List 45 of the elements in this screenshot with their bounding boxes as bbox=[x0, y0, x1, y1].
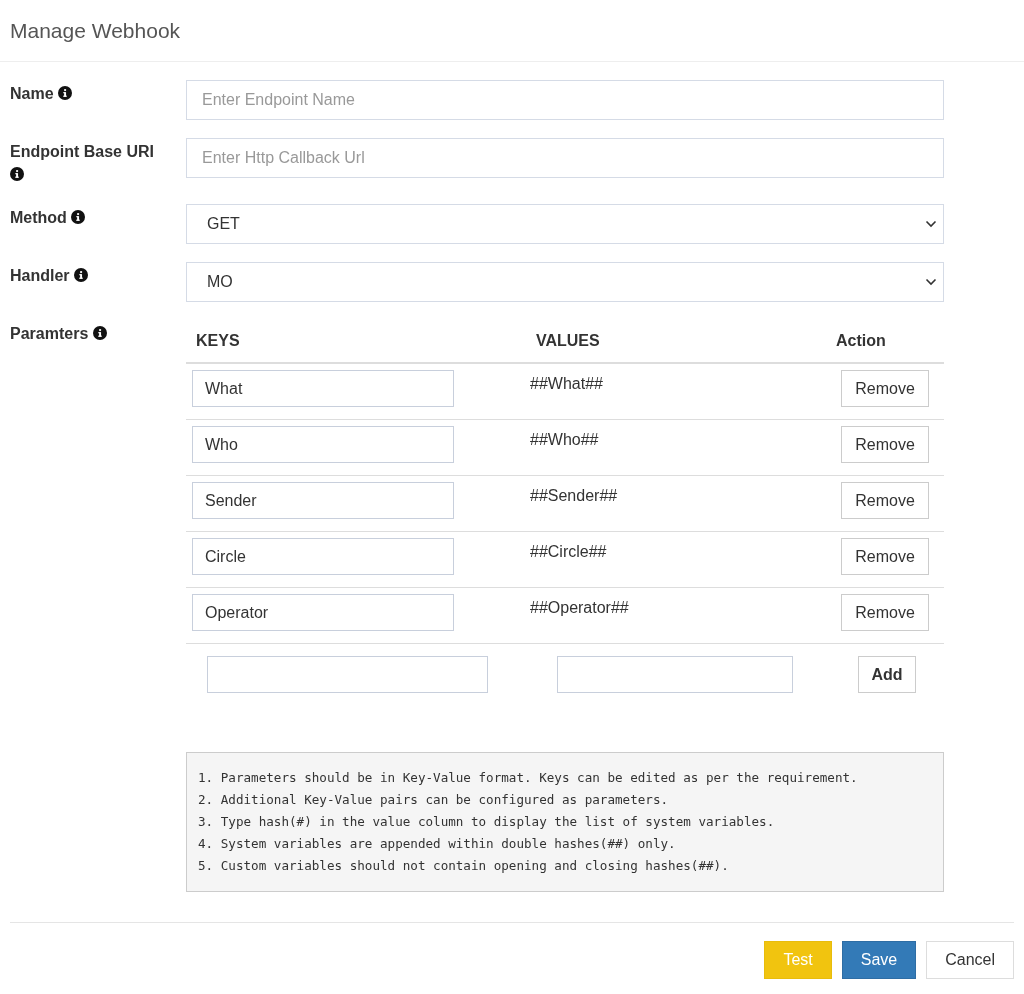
key-field[interactable]: Operator bbox=[192, 594, 454, 631]
remove-button[interactable]: Remove bbox=[841, 426, 929, 463]
column-header: KEYS bbox=[196, 331, 241, 351]
field-label: Method bbox=[10, 206, 160, 229]
note-text: 1. Parameters should be in Key-Value format. Keys can be edited as per the requirement. bbox=[198, 769, 859, 787]
value-text: ##What## bbox=[530, 374, 604, 394]
column-header: Action bbox=[836, 331, 886, 351]
add-button[interactable]: Add bbox=[858, 656, 916, 693]
value-field[interactable] bbox=[557, 656, 793, 693]
field-label: Handler bbox=[10, 264, 160, 287]
footer-button[interactable]: Cancel bbox=[926, 941, 1014, 979]
info-icon bbox=[10, 167, 24, 181]
select-field[interactable]: MO bbox=[186, 262, 944, 302]
info-icon bbox=[71, 210, 86, 224]
remove-button[interactable]: Remove bbox=[841, 370, 929, 407]
footer-button[interactable]: Save bbox=[841, 941, 917, 979]
chevron-down-icon bbox=[925, 278, 937, 286]
key-field[interactable] bbox=[207, 656, 488, 693]
value-text: ##Who## bbox=[530, 430, 600, 450]
select-field[interactable]: GET bbox=[186, 204, 944, 244]
text-field[interactable]: Enter Http Callback Url bbox=[186, 138, 944, 178]
note-text: 2. Additional Key-Value pairs can be configured as parameters. bbox=[198, 791, 670, 809]
note-text: 3. Type hash(#) in the value column to display the list of system variables. bbox=[198, 813, 776, 831]
key-field[interactable]: What bbox=[192, 370, 454, 407]
text-field[interactable]: Enter Endpoint Name bbox=[186, 80, 944, 120]
info-icon bbox=[92, 326, 107, 340]
info-icon bbox=[74, 268, 89, 282]
key-field[interactable]: Who bbox=[192, 426, 454, 463]
note-text: 4. System variables are appended within double hashes(##) only. bbox=[198, 835, 677, 853]
key-field[interactable]: Sender bbox=[192, 482, 454, 519]
remove-button[interactable]: Remove bbox=[841, 538, 929, 575]
field-label: Name bbox=[10, 82, 160, 105]
dialog-title: Manage Webhook bbox=[10, 17, 181, 44]
field-label: Endpoint Base URI bbox=[10, 140, 160, 186]
remove-button[interactable]: Remove bbox=[841, 482, 929, 519]
remove-button[interactable]: Remove bbox=[841, 594, 929, 631]
key-field[interactable]: Circle bbox=[192, 538, 454, 575]
value-text: ##Operator## bbox=[530, 598, 630, 618]
info-icon bbox=[58, 86, 73, 100]
value-text: ##Sender## bbox=[530, 486, 619, 506]
field-label: Paramters bbox=[10, 322, 107, 345]
chevron-down-icon bbox=[925, 220, 937, 228]
column-header: VALUES bbox=[536, 331, 601, 351]
value-text: ##Circle## bbox=[530, 542, 608, 562]
note-text: 5. Custom variables should not contain opening and closing hashes(##). bbox=[198, 857, 730, 875]
